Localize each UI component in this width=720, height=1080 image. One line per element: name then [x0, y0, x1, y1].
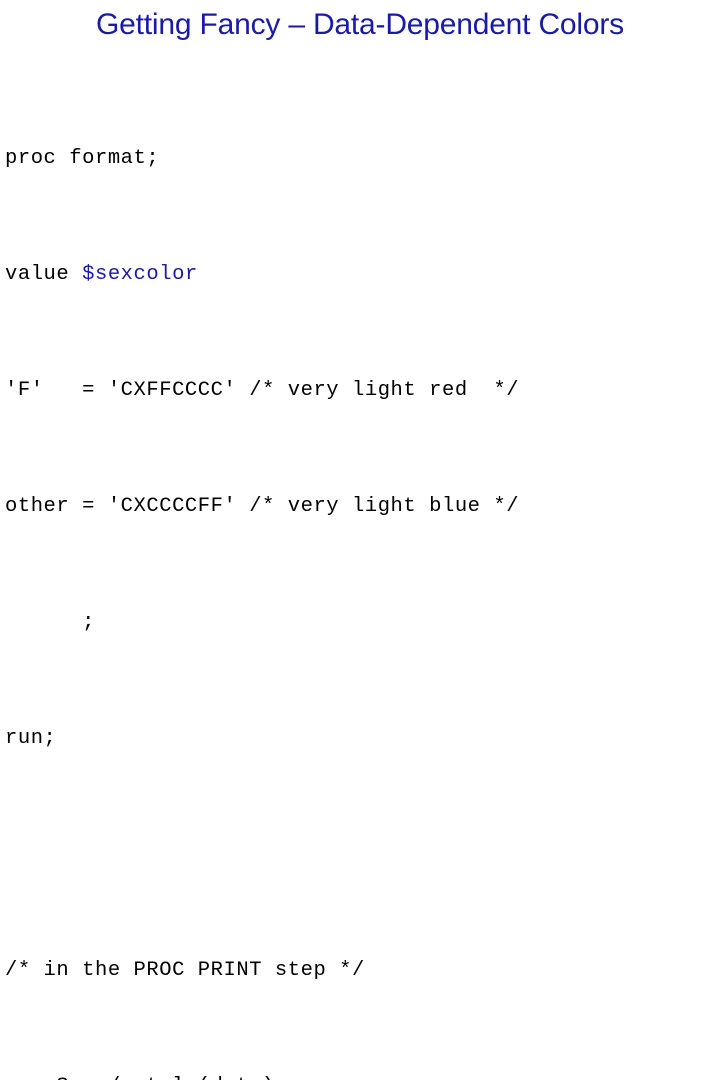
code-token-value-keyword: value — [5, 263, 83, 286]
code-line-comment-proc-print: /* in the PROC PRINT step */ — [5, 959, 365, 982]
code-token-sexcolor-format: $sexcolor — [82, 263, 198, 286]
code-line-value-sexcolor: value $sexcolor — [5, 260, 705, 289]
code-line-proc-format: proc format; — [5, 147, 160, 170]
code-block: proc format; value $sexcolor 'F' = 'CXFF… — [5, 57, 705, 1080]
code-line-female-color: 'F' = 'CXFFCCCC' /* very light red */ — [5, 379, 520, 402]
slide-canvas: Getting Fancy – Data-Dependent Colors pr… — [0, 0, 720, 1080]
code-line-spacer — [5, 840, 705, 869]
code-line-run: run; — [5, 727, 57, 750]
code-line-other-color: other = 'CXCCCCFF' /* very light blue */ — [5, 495, 520, 518]
code-line-var-sex-style: var Sex / style(data) = — [5, 1072, 705, 1080]
page-title: Getting Fancy – Data-Dependent Colors — [96, 8, 624, 41]
code-line-semicolon: ; — [5, 611, 95, 634]
